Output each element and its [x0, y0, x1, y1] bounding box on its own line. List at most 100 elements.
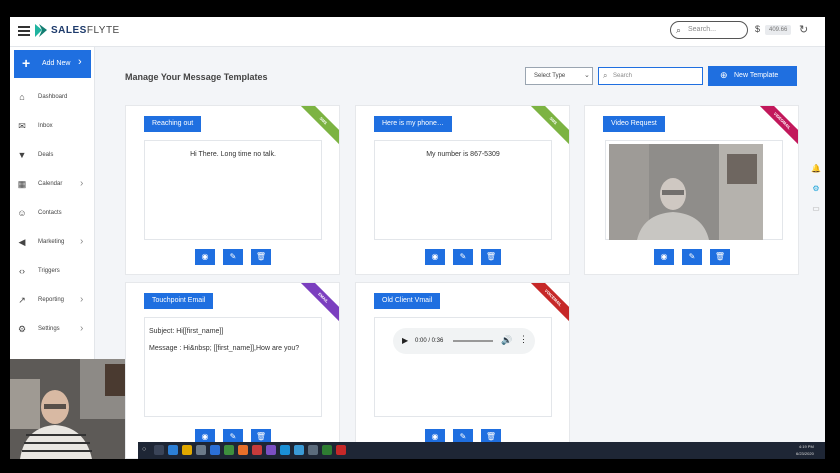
template-preview: [605, 140, 783, 240]
more-options-icon[interactable]: ⋮: [519, 334, 528, 345]
chevron-right-icon: ›: [80, 236, 84, 247]
chevron-right-icon: ›: [80, 323, 84, 334]
audio-time: 0:00 / 0:36: [415, 338, 444, 344]
template-title[interactable]: Reaching out: [144, 116, 202, 132]
account-balance: 409.66: [765, 25, 792, 35]
delete-icon[interactable]: 🗑: [710, 249, 730, 265]
global-search-input[interactable]: ⌕ Search...: [670, 21, 748, 39]
webcam-overlay: [10, 359, 138, 459]
excel-icon[interactable]: [322, 445, 332, 455]
app-icon-darkred[interactable]: [336, 445, 346, 455]
chevron-right-icon: ›: [78, 56, 82, 68]
brand-name: SALESFLYTE: [51, 25, 120, 36]
panel-toggle-icon[interactable]: ▭: [809, 202, 823, 216]
notification-bell-icon[interactable]: 🔔: [809, 162, 823, 176]
sidebar-item-contacts[interactable]: ☺ Contacts: [10, 205, 95, 225]
template-search-input[interactable]: ⌕ Search: [598, 67, 703, 85]
sidebar-item-deals[interactable]: ▼ Deals: [10, 147, 95, 167]
app-icon-red[interactable]: [252, 445, 262, 455]
plus-circle-icon: ⊕: [720, 70, 728, 80]
page-title: Manage Your Message Templates: [125, 72, 268, 82]
sidebar-item-settings[interactable]: ⚙ Settings ›: [10, 321, 95, 341]
chevron-right-icon: ›: [80, 178, 84, 189]
megaphone-icon: ◀: [18, 237, 26, 247]
email-message: Message : Hi&nbsp; [[first_name]],How ar…: [149, 345, 300, 352]
template-card-phone: Here is my phone n... SMS My number is 8…: [355, 105, 570, 275]
card-actions: ◉ ✎ 🗑: [585, 249, 798, 265]
currency-symbol: $: [755, 24, 761, 34]
sidebar-item-marketing[interactable]: ◀ Marketing ›: [10, 234, 95, 254]
app-icon-lightblue[interactable]: [294, 445, 304, 455]
settings-gear-icon[interactable]: ⚙: [809, 182, 823, 196]
template-title[interactable]: Video Request: [603, 116, 665, 132]
chart-icon: ↗: [18, 295, 26, 305]
chevron-down-icon: ⌄: [584, 72, 590, 79]
sidebar-item-label: Settings: [38, 326, 60, 332]
edit-icon[interactable]: ✎: [453, 249, 473, 265]
view-icon[interactable]: ◉: [195, 249, 215, 265]
edge-icon[interactable]: [168, 445, 178, 455]
template-preview: Hi There. Long time no talk.: [144, 140, 322, 240]
edit-icon[interactable]: ✎: [682, 249, 702, 265]
os-taskbar: ○ 4:19 PM 6/23/2020: [138, 442, 825, 459]
home-icon: ⌂: [19, 92, 25, 102]
add-new-button[interactable]: + Add New ›: [14, 50, 91, 78]
email-subject: Subject: Hi[[first_name]]: [149, 328, 224, 335]
filter-icon: ▼: [17, 150, 27, 160]
view-icon[interactable]: ◉: [425, 249, 445, 265]
task-view-icon[interactable]: [154, 445, 164, 455]
edit-icon[interactable]: ✎: [223, 249, 243, 265]
hamburger-menu-icon[interactable]: [18, 26, 30, 36]
store-icon[interactable]: [196, 445, 206, 455]
salesflyte-logo-icon: [35, 24, 47, 37]
new-template-button[interactable]: ⊕ New Template: [708, 66, 797, 86]
mail-icon[interactable]: [210, 445, 220, 455]
audio-progress-track[interactable]: [453, 340, 493, 342]
sidebar-item-dashboard[interactable]: ⌂ Dashboard: [10, 89, 95, 109]
users-icon: ☺: [17, 208, 27, 218]
gears-icon: ⚙: [17, 324, 27, 334]
sidebar-item-label: Reporting: [38, 297, 65, 303]
code-icon: ‹›: [19, 266, 25, 276]
sidebar-item-label: Calendar: [38, 181, 63, 187]
plus-icon: +: [22, 55, 31, 71]
template-preview: ▶ 0:00 / 0:36 🔊 ⋮: [374, 317, 552, 417]
sidebar-item-triggers[interactable]: ‹› Triggers: [10, 263, 95, 283]
audio-player[interactable]: ▶ 0:00 / 0:36 🔊 ⋮: [393, 328, 535, 354]
search-icon: ⌕: [676, 25, 682, 35]
select-type-dropdown[interactable]: Select Type ⌄: [525, 67, 593, 85]
template-title[interactable]: Old Client Vmail: [374, 293, 441, 309]
sidebar-item-reporting[interactable]: ↗ Reporting ›: [10, 292, 95, 312]
sidebar-item-label: Marketing: [38, 239, 65, 245]
template-title[interactable]: Here is my phone n...: [374, 116, 452, 132]
play-icon[interactable]: ▶: [402, 336, 408, 345]
video-thumbnail[interactable]: [609, 144, 763, 240]
delete-icon[interactable]: 🗑: [251, 249, 271, 265]
app-icon-blue[interactable]: [280, 445, 290, 455]
sidebar-item-label: Deals: [38, 152, 54, 158]
refresh-icon[interactable]: ↻: [799, 23, 808, 36]
sidebar-item-label: Inbox: [38, 123, 53, 129]
chrome-icon[interactable]: [224, 445, 234, 455]
windows-search-icon[interactable]: ○: [142, 445, 152, 455]
template-preview: My number is 867-5309: [374, 140, 552, 240]
sidebar-item-label: Dashboard: [38, 94, 68, 100]
delete-icon[interactable]: 🗑: [481, 249, 501, 265]
template-card-video-request: Video Request VIDEOMAIL ◉ ✎ 🗑: [584, 105, 799, 275]
app-window: SALESFLYTE ⌕ Search... $ 409.66 ↻ + Add …: [10, 17, 825, 459]
app-icon-purple[interactable]: [266, 445, 276, 455]
template-title[interactable]: Touchpoint Email: [144, 293, 214, 309]
sidebar-item-calendar[interactable]: ▦ Calendar ›: [10, 176, 95, 196]
search-icon: ⌕: [603, 71, 608, 80]
sidebar-item-label: Triggers: [38, 268, 60, 274]
top-header: SALESFLYTE ⌕ Search... $ 409.66 ↻: [10, 17, 825, 47]
template-card-reaching-out: Reaching out SMS Hi There. Long time no …: [125, 105, 340, 275]
chevron-right-icon: ›: [80, 294, 84, 305]
sidebar-item-inbox[interactable]: ✉ Inbox: [10, 118, 95, 138]
firefox-icon[interactable]: [238, 445, 248, 455]
volume-icon[interactable]: 🔊: [501, 335, 512, 346]
app-icon-gray[interactable]: [308, 445, 318, 455]
file-explorer-icon[interactable]: [182, 445, 192, 455]
card-actions: ◉ ✎ 🗑: [126, 249, 339, 265]
view-icon[interactable]: ◉: [654, 249, 674, 265]
